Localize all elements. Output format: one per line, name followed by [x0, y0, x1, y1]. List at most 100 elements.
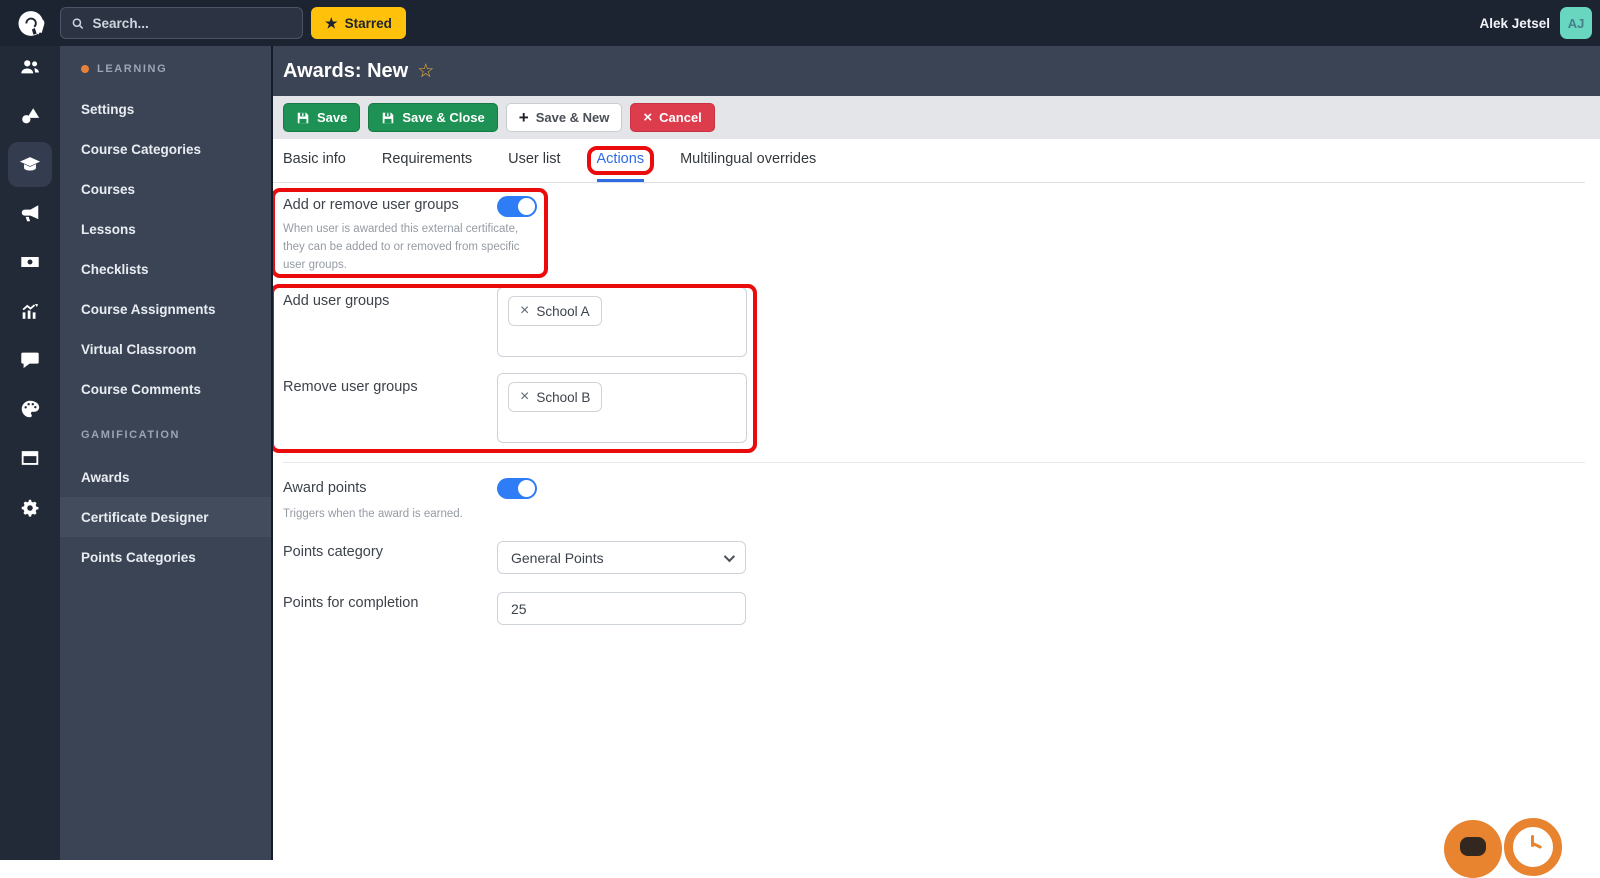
palette-icon[interactable] [18, 397, 42, 421]
avatar[interactable]: AJ [1560, 7, 1592, 39]
menu-item-label: Courses [81, 181, 136, 197]
users-icon[interactable] [18, 55, 42, 79]
tab-multilingual-overrides[interactable]: Multilingual overrides [680, 139, 816, 182]
save-new-button[interactable]: + Save & New [505, 103, 623, 132]
cancel-label: Cancel [659, 110, 702, 125]
shapes-icon[interactable] [18, 104, 42, 128]
points-completion-input[interactable] [497, 592, 746, 625]
megaphone-icon[interactable] [18, 201, 42, 225]
remove-user-groups-label: Remove user groups [283, 379, 418, 395]
section-divider [283, 462, 1585, 463]
tab-basic-info[interactable]: Basic info [283, 139, 346, 182]
toggle-knob [518, 480, 535, 497]
menu-item-label: Course Categories [81, 141, 202, 157]
sidebar-item-course-comments[interactable]: Course Comments [60, 369, 271, 409]
actions-form: Add or remove user groups When user is a… [270, 183, 1600, 768]
cancel-button[interactable]: × Cancel [630, 103, 715, 132]
toggle-knob [518, 198, 535, 215]
topbar: ★ Starred Alek Jetsel AJ [0, 0, 1600, 46]
save-close-button[interactable]: Save & Close [368, 103, 498, 132]
points-category-value: General Points [511, 549, 604, 566]
sidebar-item-checklists[interactable]: Checklists [60, 249, 271, 289]
section-dot-icon [81, 65, 89, 73]
history-clock-button[interactable] [1504, 818, 1562, 876]
chevron-down-icon [723, 550, 736, 562]
section-label: GAMIFICATION [81, 429, 181, 441]
sidebar-item-course-categories[interactable]: Course Categories [60, 129, 271, 169]
sidebar-item-courses[interactable]: Courses [60, 169, 271, 209]
global-search [60, 7, 303, 39]
user-name: Alek Jetsel [1479, 15, 1550, 31]
menu-item-label: Awards [81, 469, 130, 485]
search-icon [72, 17, 84, 29]
tab-user-list[interactable]: User list [508, 139, 560, 182]
sidebar-section-gamification: GAMIFICATION [60, 421, 271, 449]
sidebar-item-virtual-classroom[interactable]: Virtual Classroom [60, 329, 271, 369]
sidebar-item-certificate-designer[interactable]: Certificate Designer [60, 497, 271, 537]
chart-icon[interactable] [18, 299, 42, 323]
sidebar-item-settings[interactable]: Settings [60, 89, 271, 129]
award-points-switch[interactable] [497, 478, 537, 499]
star-filled-icon: ★ [325, 14, 338, 31]
remove-tag-icon[interactable]: × [520, 303, 529, 319]
banknote-icon[interactable] [18, 250, 42, 274]
save-new-label: Save & New [535, 110, 610, 125]
save-button[interactable]: Save [283, 103, 361, 132]
icon-rail [0, 46, 60, 860]
points-completion-label: Points for completion [283, 595, 419, 611]
remove-tag-icon[interactable]: × [520, 389, 529, 405]
sidebar-item-points-categories[interactable]: Points Categories [60, 537, 271, 577]
tag-label: School A [536, 303, 590, 319]
menu-item-label: Points Categories [81, 549, 196, 565]
tag-label: School B [536, 389, 591, 405]
clock-hand-icon [1531, 842, 1543, 849]
floppy-icon [383, 112, 394, 123]
save-close-label: Save & Close [402, 110, 485, 125]
help-chat-button[interactable] [1444, 820, 1502, 878]
page-title: Awards: New [283, 59, 409, 82]
tab-requirements[interactable]: Requirements [382, 139, 472, 182]
tab-actions[interactable]: Actions [586, 139, 654, 182]
sidebar-item-lessons[interactable]: Lessons [60, 209, 271, 249]
menu-item-label: Certificate Designer [81, 509, 209, 525]
graduation-cap-icon[interactable] [18, 152, 42, 176]
add-user-groups-field[interactable]: × School A [497, 287, 747, 357]
chat-bubble-icon[interactable] [18, 348, 42, 372]
tag-school-b: × School B [508, 382, 603, 412]
menu-item-label: Course Assignments [81, 301, 216, 317]
award-points-description: Triggers when the award is earned. [283, 508, 463, 520]
group-toggle-description: When user is awarded this external certi… [283, 223, 520, 271]
save-label: Save [317, 110, 348, 125]
toolbar: Save Save & Close + Save & New × Cancel [273, 96, 1600, 139]
points-category-select[interactable]: General Points [497, 541, 746, 574]
sidebar-menu: LEARNING Settings Course Categories Cour… [60, 46, 273, 860]
add-user-groups-label: Add user groups [283, 293, 390, 309]
menu-item-label: Checklists [81, 261, 149, 277]
starred-label: Starred [344, 15, 392, 31]
page-header: Awards: New ☆ [273, 46, 1600, 96]
section-label: LEARNING [97, 63, 168, 75]
app-logo-elephant-icon[interactable] [14, 6, 50, 40]
floppy-icon [297, 112, 309, 123]
user-area[interactable]: Alek Jetsel AJ [1479, 7, 1592, 39]
sidebar-item-awards[interactable]: Awards [60, 457, 271, 497]
plus-icon: + [518, 108, 529, 127]
window-icon[interactable] [18, 446, 42, 470]
remove-user-groups-field[interactable]: × School B [497, 373, 747, 443]
sidebar-section-learning: LEARNING [60, 55, 271, 83]
group-toggle-switch[interactable] [497, 196, 537, 217]
star-outline-icon[interactable]: ☆ [417, 62, 434, 81]
tag-school-a: × School A [508, 296, 602, 326]
main-content: Awards: New ☆ Save Save & Close + Save &… [270, 46, 1600, 860]
menu-item-label: Settings [81, 101, 135, 117]
chat-bubble-icon [1460, 837, 1486, 856]
sidebar-item-course-assignments[interactable]: Course Assignments [60, 289, 271, 329]
award-points-label: Award points [283, 480, 367, 496]
menu-item-label: Course Comments [81, 381, 202, 397]
search-input[interactable] [92, 15, 292, 31]
gear-icon[interactable] [18, 496, 42, 520]
menu-item-label: Virtual Classroom [81, 341, 197, 357]
starred-button[interactable]: ★ Starred [311, 7, 406, 39]
tab-bar: Basic info Requirements User list Action… [273, 139, 1585, 183]
points-category-label: Points category [283, 544, 383, 560]
